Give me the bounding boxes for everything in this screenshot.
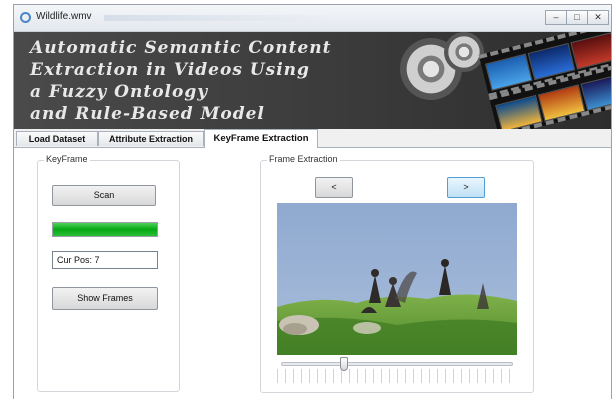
frame-slider-track[interactable] — [281, 362, 513, 366]
slider-ticks — [277, 369, 517, 383]
frame-preview-image — [277, 203, 517, 355]
keyframe-group: KeyFrame Scan Cur Pos: 7 Show Frames — [37, 154, 180, 392]
title-bar: Wildlife.wmv ‒ □ ✕ — [14, 5, 611, 32]
scan-progress-bar — [52, 222, 158, 237]
film-frame — [527, 42, 576, 81]
minimize-button[interactable]: ‒ — [545, 10, 567, 25]
app-window: Wildlife.wmv ‒ □ ✕ Automatic Semantic Co… — [13, 4, 612, 399]
banner-title-line-1: Automatic Semantic Content — [30, 38, 332, 58]
film-frame — [580, 73, 611, 111]
scan-progress-fill — [53, 223, 157, 236]
film-frame — [570, 32, 611, 70]
banner-title-line-2: Extraction in Videos Using — [30, 60, 310, 80]
keyframe-group-title: KeyFrame — [44, 154, 90, 164]
app-icon — [20, 12, 31, 23]
title-bar-gradient — [104, 15, 334, 21]
film-frame — [537, 84, 586, 122]
frame-slider-thumb[interactable] — [339, 357, 348, 371]
tab-strip: Load Dataset Attribute Extraction KeyFra… — [14, 129, 611, 148]
film-frame — [495, 94, 543, 129]
cur-pos-field[interactable]: Cur Pos: 7 — [52, 251, 158, 269]
maximize-button[interactable]: □ — [566, 10, 588, 25]
film-frame — [484, 53, 533, 91]
previous-frame-button[interactable]: < — [315, 177, 353, 198]
banner-title-line-4: and Rule-Based Model — [30, 104, 265, 124]
film-reel-small-icon — [444, 32, 484, 72]
frame-extraction-group: Frame Extraction < > — [260, 154, 534, 393]
window-title: Wildlife.wmv — [36, 11, 92, 22]
show-frames-button[interactable]: Show Frames — [52, 287, 158, 310]
tab-keyframe-extraction[interactable]: KeyFrame Extraction — [204, 129, 318, 148]
header-banner: Automatic Semantic Content Extraction in… — [14, 32, 611, 129]
banner-title-line-3: a Fuzzy Ontology — [30, 82, 209, 102]
close-button[interactable]: ✕ — [587, 10, 609, 25]
next-frame-button[interactable]: > — [447, 177, 485, 198]
tab-load-dataset[interactable]: Load Dataset — [16, 131, 98, 146]
scan-button[interactable]: Scan — [52, 185, 156, 206]
keyframe-extraction-panel: KeyFrame Scan Cur Pos: 7 Show Frames Fra… — [14, 148, 611, 399]
frame-extraction-group-title: Frame Extraction — [267, 154, 340, 164]
tab-attribute-extraction[interactable]: Attribute Extraction — [98, 131, 204, 146]
